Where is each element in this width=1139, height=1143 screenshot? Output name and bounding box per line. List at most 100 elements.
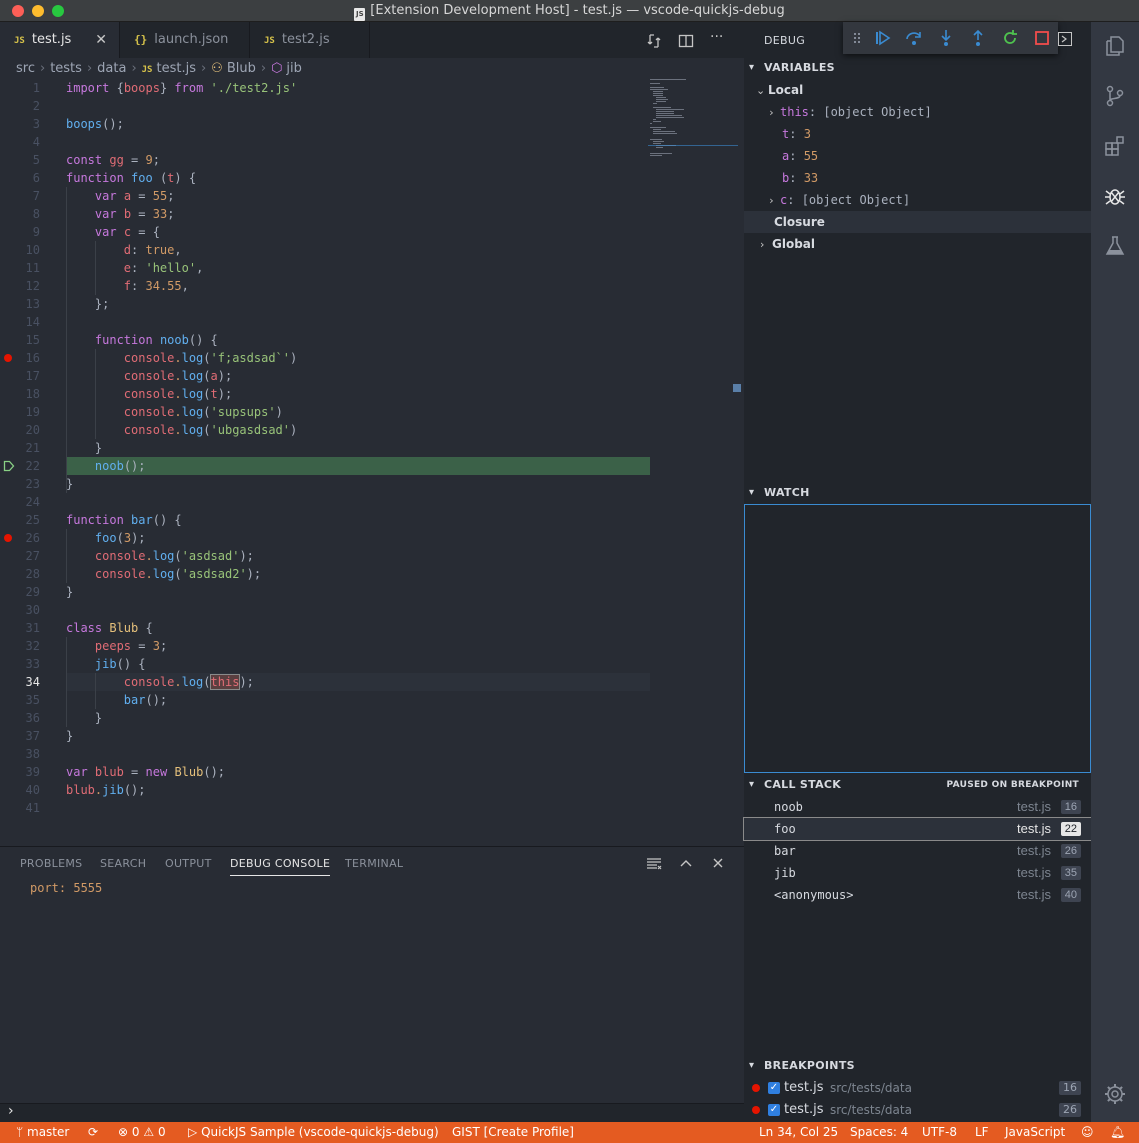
line-number[interactable]: 19: [0, 403, 40, 421]
code-line[interactable]: 38: [0, 745, 744, 763]
line-number[interactable]: 13: [0, 295, 40, 313]
problems-indicator[interactable]: ⊗ 0 ⚠ 0: [118, 1122, 166, 1143]
watch-section-header[interactable]: ▾ WATCH: [744, 482, 1091, 504]
language-mode[interactable]: JavaScript: [1005, 1122, 1065, 1143]
code-line[interactable]: 28 console.log('asdsad2');: [0, 565, 744, 583]
code-line[interactable]: 16 console.log('f;asdsad`'): [0, 349, 744, 367]
code-line[interactable]: 36 }: [0, 709, 744, 727]
code-line[interactable]: 33 jib() {: [0, 655, 744, 673]
launch-config-indicator[interactable]: ▷ QuickJS Sample (vscode-quickjs-debug): [188, 1122, 439, 1143]
code-line[interactable]: 26 foo(3);: [0, 529, 744, 547]
variable-row[interactable]: t: 3: [744, 123, 1091, 145]
scope-closure[interactable]: Closure: [744, 211, 1091, 233]
code-line[interactable]: 15 function noob() {: [0, 331, 744, 349]
code-line[interactable]: 34 console.log(this);: [0, 673, 744, 691]
debug-icon[interactable]: [1103, 184, 1127, 208]
line-number[interactable]: 5: [0, 151, 40, 169]
watch-list[interactable]: [744, 504, 1091, 773]
line-number[interactable]: 11: [0, 259, 40, 277]
code-line[interactable]: 12 f: 34.55,: [0, 277, 744, 295]
tab-launch-json[interactable]: {} launch.json: [120, 22, 250, 58]
code-line[interactable]: 17 console.log(a);: [0, 367, 744, 385]
variable-row[interactable]: b: 33: [744, 167, 1091, 189]
variable-row[interactable]: › this: [object Object]: [744, 101, 1091, 123]
code-line[interactable]: 10 d: true,: [0, 241, 744, 259]
line-number[interactable]: 35: [0, 691, 40, 709]
code-line[interactable]: 1 import {boops} from './test2.js': [0, 79, 744, 97]
breadcrumb-item[interactable]: test.js: [156, 61, 195, 76]
split-editor-icon[interactable]: [678, 33, 694, 49]
line-number[interactable]: 33: [0, 655, 40, 673]
testing-flask-icon[interactable]: [1103, 234, 1127, 258]
line-number[interactable]: 36: [0, 709, 40, 727]
code-line[interactable]: 35 bar();: [0, 691, 744, 709]
continue-icon[interactable]: [872, 28, 892, 48]
breadcrumb-item[interactable]: src: [16, 61, 35, 76]
code-line[interactable]: 24: [0, 493, 744, 511]
line-number[interactable]: 17: [0, 367, 40, 385]
breakpoints-section-header[interactable]: ▾ BREAKPOINTS: [744, 1055, 1091, 1077]
code-line[interactable]: 5 const gg = 9;: [0, 151, 744, 169]
code-editor[interactable]: 1 import {boops} from './test2.js' 2 3 boops…: [0, 78, 744, 846]
drag-handle-icon[interactable]: [853, 32, 861, 44]
code-line[interactable]: 25 function bar() {: [0, 511, 744, 529]
code-line[interactable]: 4: [0, 133, 744, 151]
callstack-frame[interactable]: <anonymous> test.js 40: [744, 884, 1091, 906]
code-line[interactable]: 18 console.log(t);: [0, 385, 744, 403]
code-line[interactable]: 20 console.log('ubgasdsad'): [0, 421, 744, 439]
line-number[interactable]: 39: [0, 763, 40, 781]
breakpoint-checkbox[interactable]: ✓: [768, 1082, 780, 1094]
line-number[interactable]: 10: [0, 241, 40, 259]
breadcrumb-item[interactable]: tests: [50, 61, 82, 76]
debug-console-input[interactable]: ›: [0, 1103, 744, 1122]
line-number[interactable]: 25: [0, 511, 40, 529]
sync-icon[interactable]: ⟳: [88, 1122, 98, 1143]
line-number[interactable]: 40: [0, 781, 40, 799]
line-number[interactable]: 22: [0, 457, 40, 475]
callstack-frame[interactable]: jib test.js 35: [744, 862, 1091, 884]
code-line[interactable]: 30: [0, 601, 744, 619]
line-number[interactable]: 26: [0, 529, 40, 547]
notifications-bell-icon[interactable]: 🔔︎: [1110, 1122, 1125, 1143]
line-number[interactable]: 6: [0, 169, 40, 187]
code-line[interactable]: 40 blub.jib();: [0, 781, 744, 799]
code-line[interactable]: 31 class Blub {: [0, 619, 744, 637]
breadcrumb-item[interactable]: jib: [286, 61, 301, 76]
line-number[interactable]: 38: [0, 745, 40, 763]
indentation[interactable]: Spaces: 4: [850, 1122, 908, 1143]
gist-indicator[interactable]: GIST [Create Profile]: [452, 1122, 574, 1143]
callstack-frame[interactable]: bar test.js 26: [744, 840, 1091, 862]
source-control-icon[interactable]: [1103, 84, 1127, 108]
code-line[interactable]: 41: [0, 799, 744, 817]
code-line[interactable]: 11 e: 'hello',: [0, 259, 744, 277]
line-number[interactable]: 1: [0, 79, 40, 97]
line-number[interactable]: 3: [0, 115, 40, 133]
breakpoint-item[interactable]: ✓ test.js src/tests/data 26: [744, 1099, 1091, 1121]
code-line[interactable]: 23}: [0, 475, 744, 493]
line-number[interactable]: 15: [0, 331, 40, 349]
tab-debug-console[interactable]: DEBUG CONSOLE: [230, 857, 331, 876]
code-line[interactable]: 8 var b = 33;: [0, 205, 744, 223]
line-number[interactable]: 31: [0, 619, 40, 637]
tab-test-js[interactable]: JS test.js ✕: [0, 22, 120, 58]
end-of-line[interactable]: LF: [975, 1122, 989, 1143]
git-branch-indicator[interactable]: ᛘ master: [16, 1122, 69, 1143]
line-number[interactable]: 16: [0, 349, 40, 367]
maximize-panel-icon[interactable]: [679, 857, 693, 869]
cursor-position[interactable]: Ln 34, Col 25: [759, 1122, 838, 1143]
breadcrumb-item[interactable]: data: [97, 61, 126, 76]
code-line[interactable]: 29}: [0, 583, 744, 601]
scope-global[interactable]: › Global: [744, 233, 1091, 255]
line-number[interactable]: 29: [0, 583, 40, 601]
line-number[interactable]: 41: [0, 799, 40, 817]
code-line[interactable]: 3 boops();: [0, 115, 744, 133]
callstack-frame[interactable]: noob test.js 16: [744, 796, 1091, 818]
variable-row[interactable]: a: 55: [744, 145, 1091, 167]
code-line[interactable]: 19 console.log('supsups'): [0, 403, 744, 421]
open-console-icon[interactable]: [1058, 32, 1072, 46]
close-panel-icon[interactable]: [712, 857, 724, 869]
extensions-icon[interactable]: [1103, 134, 1127, 158]
line-number[interactable]: 8: [0, 205, 40, 223]
tab-terminal[interactable]: TERMINAL: [345, 857, 403, 870]
line-number[interactable]: 37: [0, 727, 40, 745]
